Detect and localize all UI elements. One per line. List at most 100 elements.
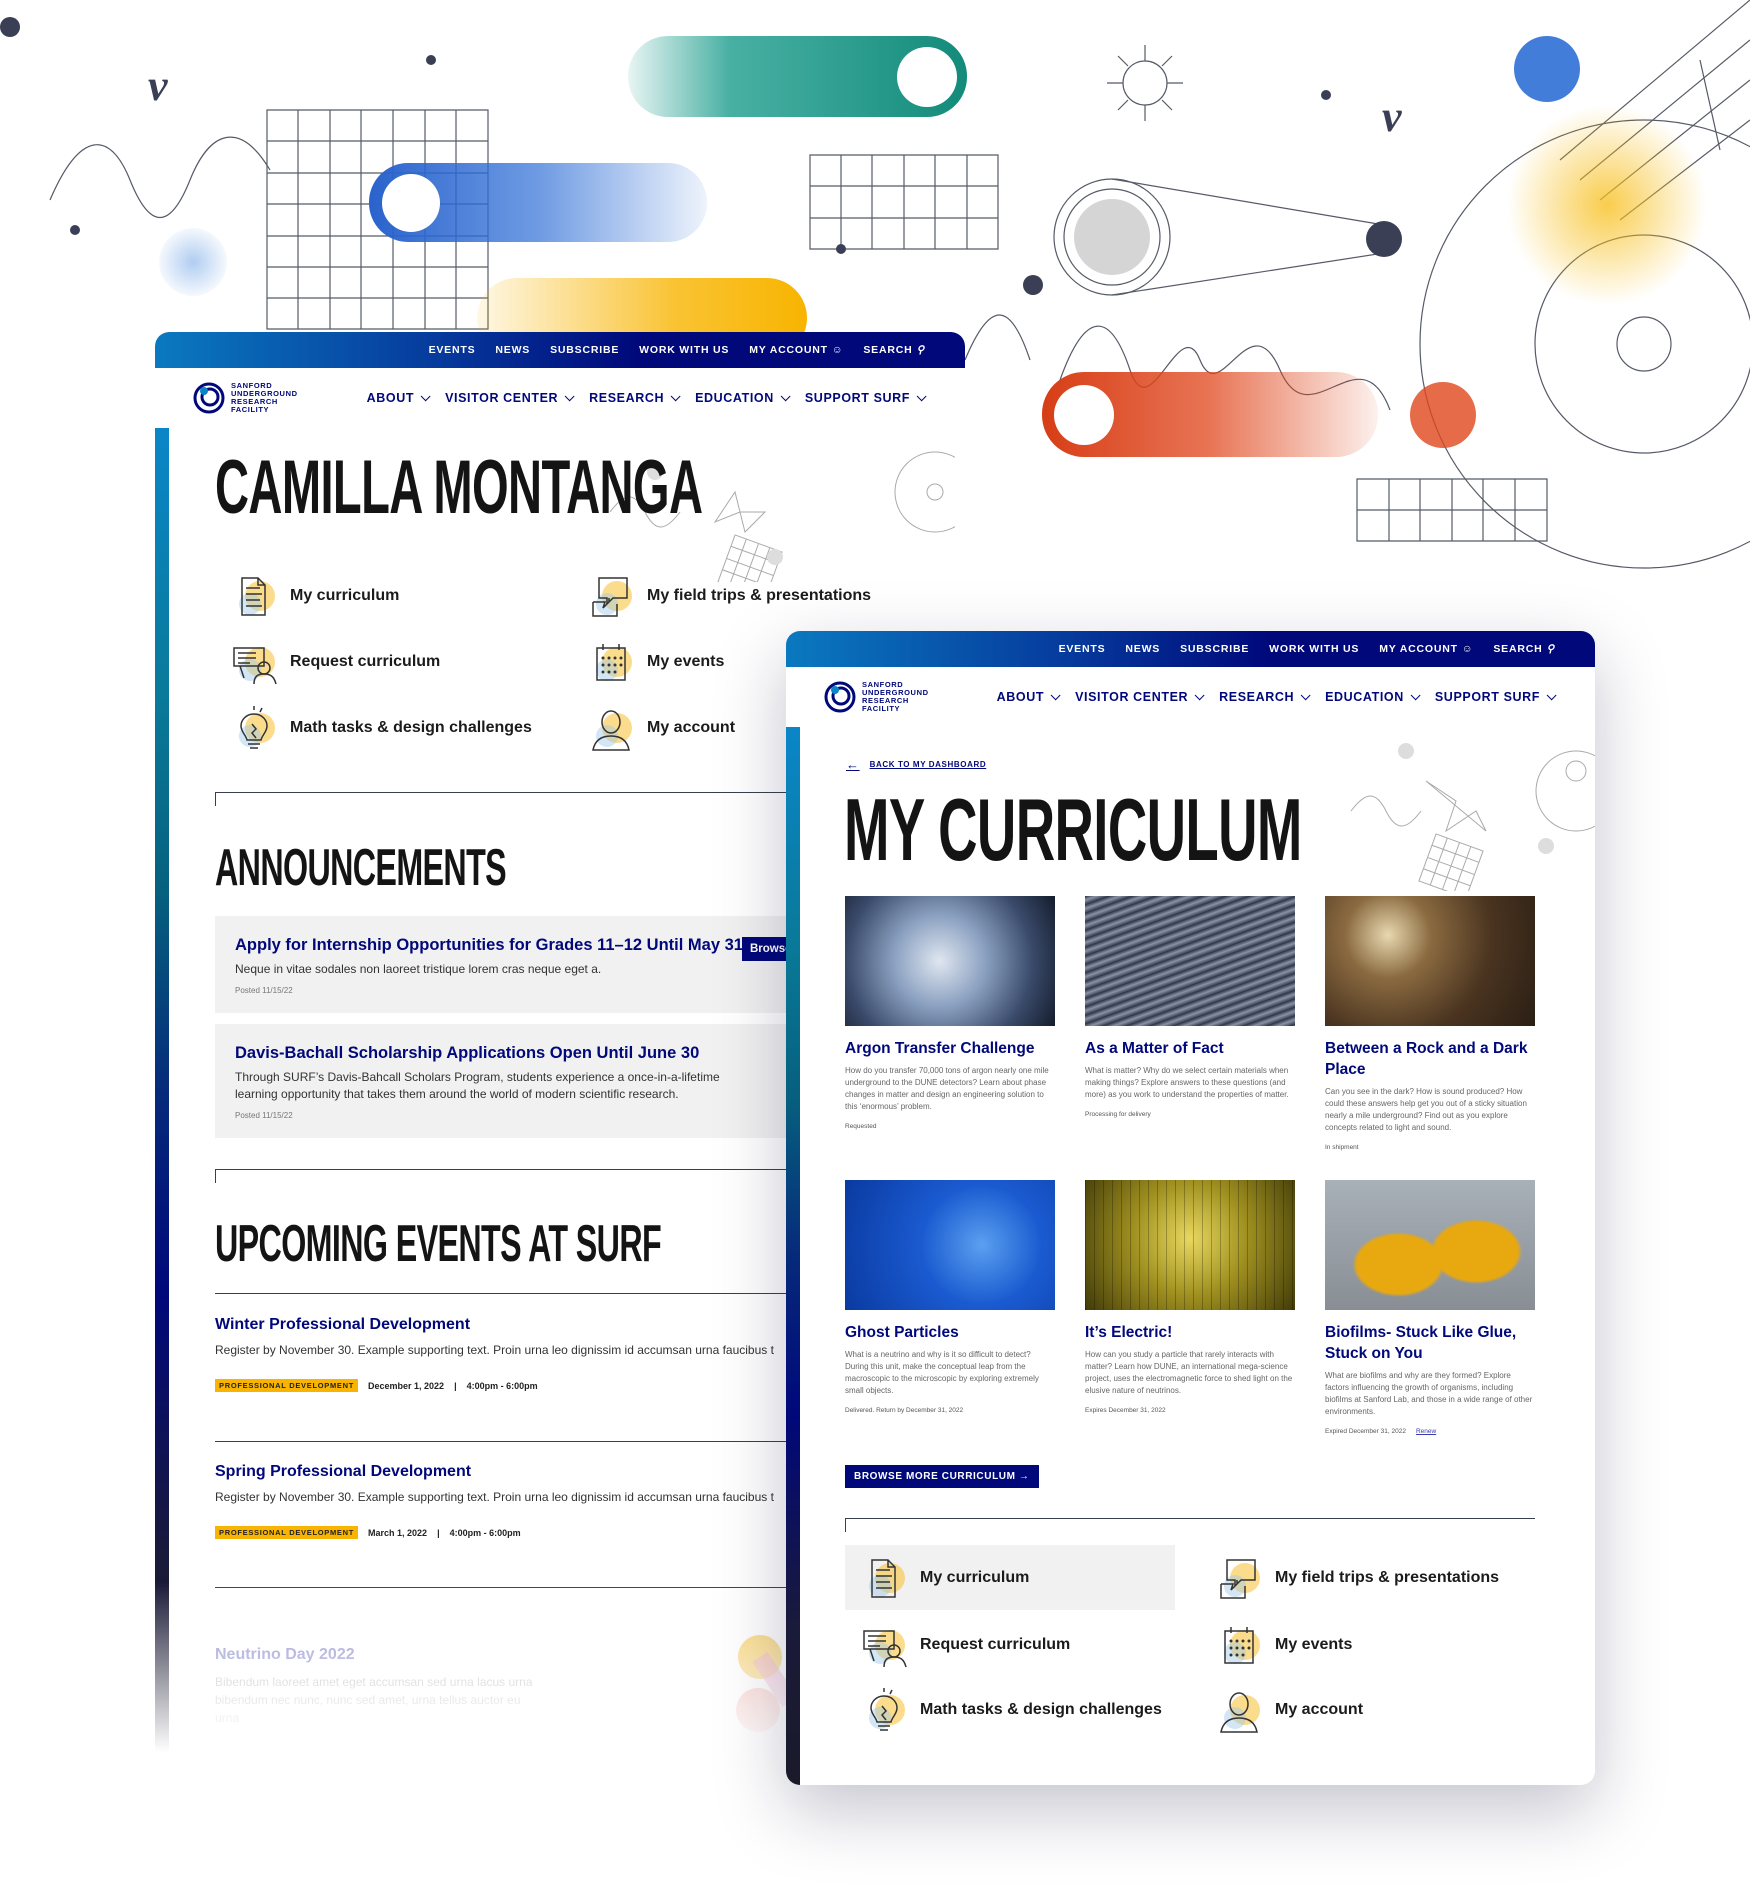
- page-title: CAMILLA MONTANGA: [215, 445, 703, 530]
- nav-search[interactable]: Search ⚲: [863, 344, 925, 356]
- quick-link-label: Math tasks & design challenges: [290, 719, 532, 736]
- card-description: How can you study a particle that rarely…: [1085, 1350, 1293, 1395]
- card-title[interactable]: Between a Rock and a Dark Place: [1325, 1038, 1535, 1080]
- nav-news[interactable]: News: [495, 344, 530, 356]
- nav-education[interactable]: Education: [1325, 689, 1421, 704]
- quick-link-my-events[interactable]: My events: [1215, 1621, 1352, 1669]
- nav-my-account[interactable]: My account ☺: [749, 344, 843, 356]
- main-header: SANFORD UNDERGROUND RESEARCH FACILITY About…: [155, 368, 965, 428]
- card-title[interactable]: Ghost Particles: [845, 1322, 1055, 1343]
- calendar-icon: [1215, 1621, 1263, 1669]
- nav-subscribe[interactable]: Subscribe: [550, 344, 619, 356]
- separator: |: [454, 1380, 457, 1391]
- nav-search[interactable]: Search ⚲: [1493, 643, 1555, 655]
- presenter-icon: [230, 638, 278, 686]
- quick-link-label: Request curriculum: [920, 1636, 1071, 1653]
- card-description: What are biofilms and why are they forme…: [1325, 1371, 1533, 1416]
- quick-link-label: My curriculum: [920, 1569, 1030, 1586]
- quick-link-my-events[interactable]: My events: [587, 638, 724, 686]
- logo-mark-icon: [193, 382, 225, 414]
- chevron-down-icon: [564, 390, 575, 401]
- quick-link-label: My events: [1275, 1636, 1353, 1653]
- announcement-item[interactable]: Apply for Internship Opportunities for G…: [215, 916, 835, 1013]
- event-time: 4:00pm - 6:00pm: [449, 1527, 521, 1538]
- cable-image: [1085, 896, 1295, 1026]
- utility-nav: Events News Subscribe Work with us My ac…: [786, 631, 1595, 667]
- quick-link-label: My events: [647, 653, 725, 670]
- presenter-icon: [860, 1621, 908, 1669]
- nav-events[interactable]: Events: [429, 344, 476, 356]
- card-title[interactable]: Biofilms- Stuck Like Glue, Stuck on You: [1325, 1322, 1535, 1364]
- argon-image: [845, 896, 1055, 1026]
- card-title[interactable]: It’s Electric!: [1085, 1322, 1295, 1343]
- announcement-title[interactable]: Apply for Internship Opportunities for G…: [235, 936, 815, 955]
- nav-education[interactable]: Education: [695, 390, 791, 405]
- calendar-icon: [587, 638, 635, 686]
- browse-more-curriculum-button[interactable]: BROWSE MORE CURRICULUM →: [845, 1465, 1039, 1488]
- nav-research[interactable]: Research: [589, 390, 681, 405]
- my-curriculum-page: Events News Subscribe Work with us My ac…: [786, 631, 1595, 1785]
- user-icon: ☺: [1461, 643, 1474, 655]
- nav-about[interactable]: About: [367, 390, 431, 405]
- nav-support-surf[interactable]: Support SURF: [1435, 689, 1557, 704]
- sanford-logo[interactable]: SANFORD UNDERGROUND RESEARCH FACILITY: [193, 382, 298, 414]
- person-icon: [1215, 1686, 1263, 1734]
- quick-link-request-curriculum[interactable]: Request curriculum: [860, 1621, 1070, 1669]
- quick-link-request-curriculum[interactable]: Request curriculum: [230, 638, 440, 686]
- nav-visitor-center[interactable]: Visitor Center: [445, 390, 575, 405]
- back-to-dashboard-link[interactable]: ← BACK TO MY DASHBOARD: [846, 757, 986, 772]
- quick-link-my-account[interactable]: My account: [1215, 1686, 1363, 1734]
- card-status: Requested: [845, 1123, 877, 1130]
- event-category-tag: PROFESSIONAL DEVELOPMENT: [215, 1379, 359, 1392]
- curriculum-card[interactable]: Ghost Particles What is a neutrino and w…: [845, 1180, 1055, 1414]
- nav-events[interactable]: Events: [1059, 643, 1106, 655]
- chevron-down-icon: [1546, 689, 1557, 700]
- quick-link-math-tasks[interactable]: Math tasks & design challenges: [860, 1686, 1162, 1734]
- nav-my-account[interactable]: My account ☺: [1379, 643, 1473, 655]
- nav-work-with-us[interactable]: Work with us: [639, 344, 729, 356]
- user-icon: ☺: [831, 344, 844, 356]
- ghost-particles-image: [845, 1180, 1055, 1310]
- nav-support-surf[interactable]: Support SURF: [805, 390, 927, 405]
- renew-link[interactable]: Renew: [1416, 1428, 1436, 1435]
- quick-link-label: My curriculum: [290, 587, 400, 604]
- quick-link-my-curriculum[interactable]: My curriculum: [230, 572, 399, 620]
- curriculum-card[interactable]: As a Matter of Fact What is matter? Why …: [1085, 896, 1295, 1118]
- announcement-item[interactable]: Davis-Bachall Scholarship Applications O…: [215, 1024, 835, 1138]
- curriculum-card[interactable]: It’s Electric! How can you study a parti…: [1085, 1180, 1295, 1414]
- section-divider: [845, 1518, 1535, 1532]
- chevron-down-icon: [420, 390, 431, 401]
- announcement-body: Neque in vitae sodales non laoreet trist…: [235, 962, 602, 976]
- chevron-down-icon: [916, 390, 927, 401]
- nav-subscribe[interactable]: Subscribe: [1180, 643, 1249, 655]
- card-status: Expired December 31, 2022: [1325, 1428, 1406, 1435]
- quick-link-my-account[interactable]: My account: [587, 704, 735, 752]
- announcement-title[interactable]: Davis-Bachall Scholarship Applications O…: [235, 1044, 815, 1063]
- quick-link-label: My account: [647, 719, 736, 736]
- quick-link-math-tasks[interactable]: Math tasks & design challenges: [230, 704, 532, 752]
- separator: |: [437, 1527, 440, 1538]
- main-header: SANFORD UNDERGROUND RESEARCH FACILITY About…: [786, 667, 1595, 727]
- sanford-logo[interactable]: SANFORD UNDERGROUND RESEARCH FACILITY: [824, 681, 929, 713]
- nav-work-with-us[interactable]: Work with us: [1269, 643, 1359, 655]
- card-title[interactable]: Argon Transfer Challenge: [845, 1038, 1055, 1059]
- quick-link-my-curriculum[interactable]: My curriculum: [860, 1554, 1029, 1602]
- quick-link-field-trips[interactable]: My field trips & presentations: [1215, 1554, 1499, 1602]
- card-description: How do you transfer 70,000 tons of argon…: [845, 1066, 1049, 1111]
- chevron-down-icon: [670, 390, 681, 401]
- card-title[interactable]: As a Matter of Fact: [1085, 1038, 1295, 1059]
- nav-about[interactable]: About: [997, 689, 1061, 704]
- nav-visitor-center[interactable]: Visitor Center: [1075, 689, 1205, 704]
- curriculum-card[interactable]: Biofilms- Stuck Like Glue, Stuck on You …: [1325, 1180, 1535, 1435]
- event-category-tag: PROFESSIONAL DEVELOPMENT: [215, 1526, 359, 1539]
- quick-link-field-trips[interactable]: My field trips & presentations: [587, 572, 871, 620]
- curriculum-card[interactable]: Between a Rock and a Dark Place Can you …: [1325, 896, 1535, 1151]
- curriculum-card[interactable]: Argon Transfer Challenge How do you tran…: [845, 896, 1055, 1130]
- document-icon: [230, 572, 278, 620]
- quick-link-label: My account: [1275, 1701, 1364, 1718]
- detector-image: [1085, 1180, 1295, 1310]
- nav-news[interactable]: News: [1125, 643, 1160, 655]
- document-icon: [860, 1554, 908, 1602]
- arrow-left-icon: ←: [846, 757, 860, 772]
- nav-research[interactable]: Research: [1219, 689, 1311, 704]
